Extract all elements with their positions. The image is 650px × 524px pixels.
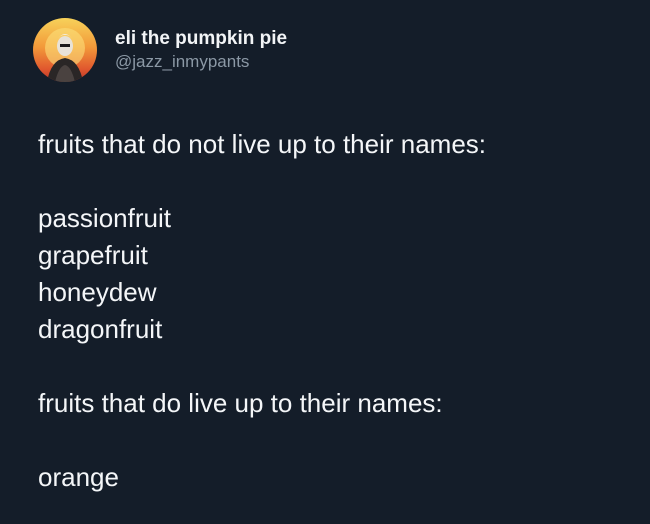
avatar[interactable] — [33, 18, 97, 82]
display-name[interactable]: eli the pumpkin pie — [115, 28, 287, 50]
tweet-text: fruits that do not live up to their name… — [38, 126, 486, 496]
list-item: orange — [38, 462, 119, 492]
list-item: honeydew — [38, 277, 157, 307]
author-names: eli the pumpkin pie @jazz_inmypants — [115, 28, 287, 73]
tweet-card: eli the pumpkin pie @jazz_inmypants frui… — [0, 0, 650, 524]
tweet-header: eli the pumpkin pie @jazz_inmypants — [33, 18, 287, 82]
user-handle[interactable]: @jazz_inmypants — [115, 51, 287, 73]
tweet-heading-live-up: fruits that do live up to their names: — [38, 388, 443, 418]
tweet-heading-not-live-up: fruits that do not live up to their name… — [38, 129, 487, 159]
list-item: passionfruit — [38, 203, 171, 233]
list-item: dragonfruit — [38, 314, 163, 344]
list-item: grapefruit — [38, 240, 148, 270]
avatar-photo-icon — [33, 18, 97, 82]
